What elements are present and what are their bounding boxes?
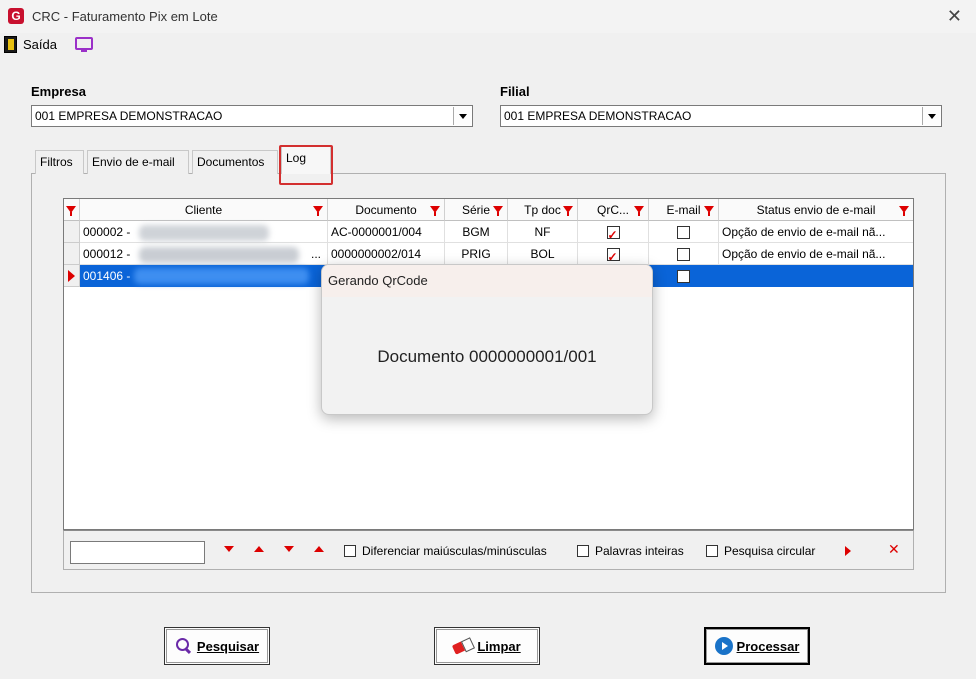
exit-button[interactable]: Saída [23,37,57,52]
close-search-icon[interactable]: ✕ [888,542,900,558]
grid-header-indicator [64,199,80,221]
toolbar: Saída [0,33,976,57]
qrcode-checkbox[interactable] [606,224,620,242]
redacted-text [139,247,299,263]
window-title: CRC - Faturamento Pix em Lote [32,9,218,24]
cell-email [649,243,719,265]
filial-select[interactable]: 001 EMPRESA DEMONSTRACAO [500,105,942,127]
find-previous-icon[interactable] [254,546,264,552]
email-checkbox[interactable] [677,248,690,262]
whole-words-checkbox[interactable] [577,545,589,557]
grid-search-bar: Diferenciar maiúsculas/minúsculas Palavr… [63,530,914,570]
cell-tp-doc: BOL [508,243,578,265]
tab-filtros[interactable]: Filtros [35,150,84,174]
whole-words-option[interactable]: Palavras inteiras [577,544,684,558]
circular-search-option[interactable]: Pesquisa circular [706,544,815,558]
close-icon[interactable]: ✕ [947,6,962,27]
cell-qrcode [578,221,649,243]
empresa-value: 001 EMPRESA DEMONSTRACAO [35,109,223,123]
process-button[interactable]: Processar [704,627,810,665]
cell-email [649,265,719,287]
magnifier-icon [175,637,193,655]
title-bar: G CRC - Faturamento Pix em Lote ✕ [0,0,976,33]
filter-icon[interactable] [493,206,503,216]
row-indicator [64,221,80,243]
filter-icon[interactable] [634,206,644,216]
cell-documento: AC-0000001/004 [328,221,445,243]
progress-dialog-message: Documento 0000000001/001 [377,347,597,366]
qrcode-checkbox[interactable] [606,246,620,264]
clear-button[interactable]: Limpar [434,627,540,665]
circular-search-checkbox[interactable] [706,545,718,557]
chevron-down-icon[interactable] [453,107,471,125]
progress-dialog: Gerando QrCode Documento 0000000001/001 [321,264,653,415]
filial-value: 001 EMPRESA DEMONSTRACAO [504,109,692,123]
row-indicator [64,243,80,265]
cell-serie: BGM [445,221,508,243]
cell-status: Opção de envio de e-mail nã... [719,221,913,243]
column-header-email[interactable]: E-mail [649,199,719,221]
table-row[interactable]: 000012 -... 0000000002/014 PRIG BOL Opçã… [64,243,913,265]
search-button[interactable]: Pesquisar [164,627,270,665]
cell-email [649,221,719,243]
filter-icon[interactable] [899,206,909,216]
column-header-serie[interactable]: Série [445,199,508,221]
redacted-text [134,268,309,284]
current-row-arrow-icon [64,265,80,287]
email-checkbox[interactable] [677,270,690,284]
app-logo-icon: G [8,8,24,24]
cell-serie: PRIG [445,243,508,265]
tab-log-highlight [279,145,333,185]
cell-status [719,265,913,287]
filter-icon[interactable] [313,206,323,216]
column-header-tp-doc[interactable]: Tp doc [508,199,578,221]
column-header-qrcode[interactable]: QrC... [578,199,649,221]
monitor-icon[interactable] [75,37,93,52]
filter-icon[interactable] [563,206,573,216]
filial-label: Filial [500,84,530,99]
search-input[interactable] [70,541,205,564]
progress-dialog-title: Gerando QrCode [328,273,428,288]
case-sensitive-option[interactable]: Diferenciar maiúsculas/minúsculas [344,544,547,558]
column-header-documento[interactable]: Documento [328,199,445,221]
find-next-icon[interactable] [224,546,234,552]
tab-envio-email[interactable]: Envio de e-mail [87,150,189,174]
filter-icon[interactable] [66,206,76,216]
play-icon [714,637,733,655]
find-last-icon[interactable] [284,546,294,552]
chevron-down-icon[interactable] [922,107,940,125]
empresa-select[interactable]: 001 EMPRESA DEMONSTRACAO [31,105,473,127]
cell-qrcode [578,243,649,265]
column-header-status[interactable]: Status envio de e-mail [719,199,913,221]
tab-documentos[interactable]: Documentos [192,150,278,174]
cell-status: Opção de envio de e-mail nã... [719,243,913,265]
cell-tp-doc: NF [508,221,578,243]
email-checkbox[interactable] [677,226,690,240]
find-first-icon[interactable] [314,546,324,552]
column-header-cliente[interactable]: Cliente [80,199,328,221]
progress-dialog-header: Gerando QrCode [322,265,652,297]
filter-icon[interactable] [430,206,440,216]
cell-documento: 0000000002/014 [328,243,445,265]
search-go-icon[interactable] [845,546,851,556]
case-sensitive-checkbox[interactable] [344,545,356,557]
exit-door-icon[interactable] [4,36,17,53]
eraser-icon [451,635,475,656]
redacted-text [139,225,269,241]
filter-icon[interactable] [704,206,714,216]
empresa-label: Empresa [31,84,86,99]
table-row[interactable]: 000002 - AC-0000001/004 BGM NF Opção de … [64,221,913,243]
